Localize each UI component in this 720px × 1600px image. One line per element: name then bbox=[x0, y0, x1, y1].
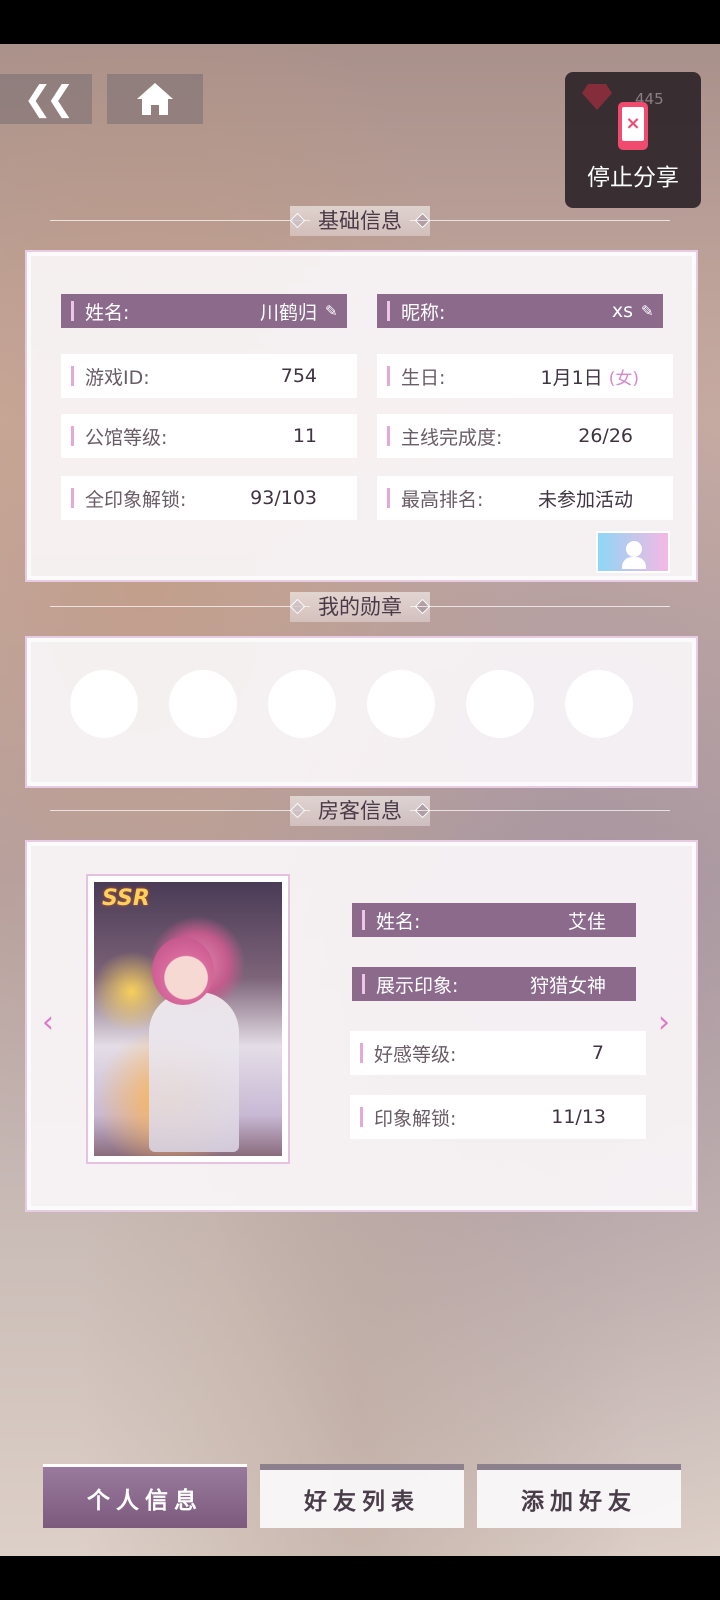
nickname-value: xs bbox=[611, 300, 633, 322]
guest-impression-label: 展示印象: bbox=[376, 974, 459, 997]
birthday-value: 1月1日 bbox=[540, 366, 603, 389]
home-icon bbox=[137, 83, 173, 115]
unlock-field: 印象解锁: 11/13 bbox=[350, 1095, 646, 1139]
mansion-level-label: 公馆等级: bbox=[85, 426, 168, 449]
name-field: 姓名: 川鹤归 ✎ bbox=[61, 294, 347, 328]
basic-info-header: 基础信息 bbox=[30, 206, 690, 236]
edit-nickname-icon[interactable]: ✎ bbox=[641, 302, 657, 320]
name-label: 姓名: bbox=[85, 301, 130, 324]
tab-add-friend[interactable]: 添加好友 bbox=[477, 1464, 681, 1528]
medal-slot-1[interactable] bbox=[70, 670, 138, 738]
medal-slot-6[interactable] bbox=[565, 670, 633, 738]
medal-slot-3[interactable] bbox=[268, 670, 336, 738]
medal-slot-2[interactable] bbox=[169, 670, 237, 738]
game-id-label: 游戏ID: bbox=[85, 366, 150, 389]
phone-stop-icon: × bbox=[618, 102, 648, 150]
guest-info-header: 房客信息 bbox=[30, 796, 690, 826]
guest-name-field: 姓名: 艾佳 bbox=[352, 903, 636, 937]
stop-share-button[interactable]: 445 × 停止分享 bbox=[565, 72, 701, 208]
basic-info-title: 基础信息 bbox=[290, 206, 430, 236]
gender-value: (女) bbox=[608, 368, 639, 389]
medal-slot-4[interactable] bbox=[367, 670, 435, 738]
medal-slot-5[interactable] bbox=[466, 670, 534, 738]
birthday-field: 生日: 1月1日 (女) bbox=[377, 354, 673, 398]
affinity-value: 7 bbox=[591, 1042, 604, 1064]
guest-impression-value: 狩猎女神 bbox=[529, 974, 606, 997]
guest-name-value: 艾佳 bbox=[567, 910, 606, 933]
medals-title: 我的勋章 bbox=[290, 592, 430, 622]
guest-name-label: 姓名: bbox=[376, 910, 421, 933]
game-id-field: 游戏ID: 754 bbox=[61, 354, 357, 398]
guest-card[interactable]: SSR bbox=[86, 874, 290, 1164]
nickname-label: 昵称: bbox=[401, 301, 446, 324]
mansion-level-value: 11 bbox=[292, 425, 317, 447]
stop-share-label: 停止分享 bbox=[587, 165, 679, 191]
unlock-label: 印象解锁: bbox=[374, 1107, 457, 1130]
impressions-field: 全印象解锁: 93/103 bbox=[61, 476, 357, 520]
person-icon bbox=[626, 541, 642, 557]
nickname-field: 昵称: xs ✎ bbox=[377, 294, 663, 328]
tab-personal-info[interactable]: 个人信息 bbox=[43, 1464, 247, 1528]
back-button[interactable]: ❮❮ bbox=[0, 74, 92, 124]
guest-impression-field: 展示印象: 狩猎女神 bbox=[352, 967, 636, 1001]
rarity-badge: SSR bbox=[102, 886, 150, 911]
guest-info-title: 房客信息 bbox=[290, 796, 430, 826]
main-progress-field: 主线完成度: 26/26 bbox=[377, 414, 673, 458]
impressions-label: 全印象解锁: bbox=[85, 488, 187, 511]
game-id-value: 754 bbox=[280, 365, 317, 387]
switch-avatar-button[interactable] bbox=[596, 531, 670, 573]
edit-name-icon[interactable]: ✎ bbox=[325, 302, 341, 320]
guest-card-image: SSR bbox=[94, 882, 282, 1156]
affinity-field: 好感等级: 7 bbox=[350, 1031, 646, 1075]
tab-friend-list[interactable]: 好友列表 bbox=[260, 1464, 464, 1528]
best-rank-value: 未参加活动 bbox=[537, 488, 633, 511]
mansion-level-field: 公馆等级: 11 bbox=[61, 414, 357, 458]
best-rank-field: 最高排名: 未参加活动 bbox=[377, 476, 673, 520]
home-button[interactable] bbox=[107, 74, 203, 124]
main-progress-value: 26/26 bbox=[578, 425, 633, 447]
unlock-value: 11/13 bbox=[551, 1106, 606, 1128]
best-rank-label: 最高排名: bbox=[401, 488, 484, 511]
impressions-value: 93/103 bbox=[250, 487, 317, 509]
name-value: 川鹤归 bbox=[259, 301, 317, 324]
prev-guest-arrow-icon[interactable]: ‹ bbox=[42, 1005, 54, 1040]
double-chevron-left-icon: ❮❮ bbox=[23, 79, 75, 119]
birthday-label: 生日: bbox=[401, 366, 446, 389]
medals-header: 我的勋章 bbox=[30, 592, 690, 622]
affinity-label: 好感等级: bbox=[374, 1043, 457, 1066]
next-guest-arrow-icon[interactable]: › bbox=[658, 1005, 670, 1040]
main-progress-label: 主线完成度: bbox=[401, 426, 503, 449]
gem-icon bbox=[582, 84, 612, 110]
